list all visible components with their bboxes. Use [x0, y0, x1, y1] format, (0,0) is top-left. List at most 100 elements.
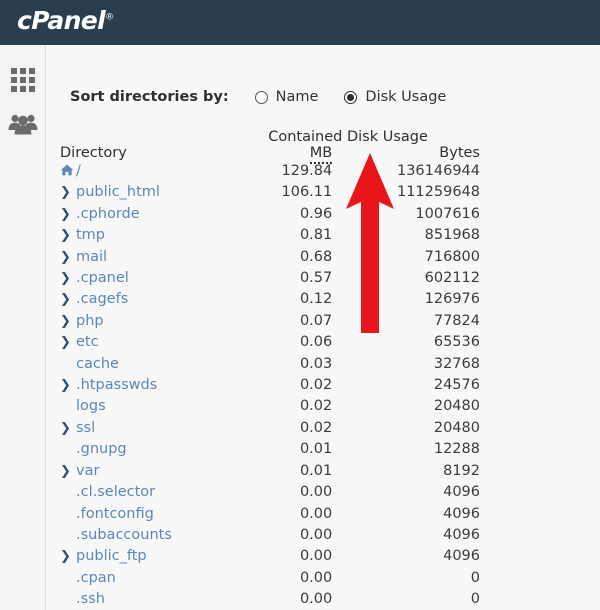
- directory-cell[interactable]: ❯ public_html: [60, 182, 216, 203]
- table-row[interactable]: / 129.84 136146944: [60, 161, 480, 182]
- directory-cell[interactable]: ❯ ssl: [60, 418, 216, 439]
- mb-cell: 0.00: [299, 505, 333, 522]
- directory-name[interactable]: .cphorde: [76, 206, 140, 222]
- directory-name[interactable]: .cpan: [76, 570, 116, 586]
- radio-disk-usage-icon[interactable]: [344, 90, 358, 104]
- chevron-right-icon[interactable]: ❯: [60, 461, 76, 482]
- table-row[interactable]: ❯ public_html 106.11 111259648: [60, 182, 480, 203]
- column-header-mb[interactable]: MB: [216, 145, 333, 164]
- table-row[interactable]: ❯ mail 0.68 716800: [60, 247, 480, 268]
- mb-cell: 0.81: [299, 227, 333, 244]
- chevron-right-icon[interactable]: ❯: [60, 225, 76, 246]
- table-row[interactable]: ❯ php 0.07 77824: [60, 311, 480, 332]
- directory-name[interactable]: .ssh: [76, 591, 105, 607]
- table-row[interactable]: ❯ public_ftp 0.00 4096: [60, 546, 480, 567]
- chevron-right-icon[interactable]: ❯: [60, 546, 76, 567]
- directory-cell[interactable]: ❯ mail: [60, 247, 216, 268]
- table-row[interactable]: logs 0.02 20480: [60, 396, 480, 417]
- chevron-right-icon[interactable]: ❯: [60, 375, 76, 396]
- table-row[interactable]: .subaccounts 0.00 4096: [60, 525, 480, 546]
- directory-name[interactable]: .htpasswds: [76, 377, 157, 393]
- directory-name[interactable]: .subaccounts: [76, 527, 172, 543]
- column-header-directory[interactable]: Directory: [60, 129, 216, 161]
- directory-cell[interactable]: ❯ .cpanel: [60, 268, 216, 289]
- column-header-bytes[interactable]: Bytes: [332, 145, 480, 161]
- bytes-cell: 4096: [443, 505, 480, 522]
- table-row[interactable]: cache 0.03 32768: [60, 354, 480, 375]
- sort-option-name[interactable]: Name: [254, 89, 318, 105]
- row-indent-spacer: [60, 354, 76, 375]
- directory-cell[interactable]: ❯ var: [60, 461, 216, 482]
- directory-cell[interactable]: ❯ tmp: [60, 225, 216, 246]
- directory-name[interactable]: /: [76, 163, 81, 179]
- chevron-right-icon[interactable]: ❯: [60, 247, 76, 268]
- table-row[interactable]: ❯ .cpanel 0.57 602112: [60, 268, 480, 289]
- chevron-right-icon[interactable]: ❯: [60, 289, 76, 310]
- table-row[interactable]: .cl.selector 0.00 4096: [60, 482, 480, 503]
- directory-cell[interactable]: ❯ .cphorde: [60, 204, 216, 225]
- directory-cell[interactable]: ❯ .htpasswds: [60, 375, 216, 396]
- directory-cell[interactable]: .cpan: [60, 568, 216, 589]
- table-row[interactable]: .fontconfig 0.00 4096: [60, 504, 480, 525]
- directory-cell[interactable]: cache: [60, 354, 216, 375]
- chevron-right-icon[interactable]: ❯: [60, 204, 76, 225]
- chevron-right-icon[interactable]: ❯: [60, 418, 76, 439]
- sort-option-disk-usage[interactable]: Disk Usage: [344, 89, 446, 105]
- table-row[interactable]: .cpan 0.00 0: [60, 568, 480, 589]
- directory-name[interactable]: public_ftp: [76, 548, 147, 564]
- directory-cell[interactable]: .cl.selector: [60, 482, 216, 503]
- table-row[interactable]: ❯ .cphorde 0.96 1007616: [60, 204, 480, 225]
- table-row[interactable]: ❯ ssl 0.02 20480: [60, 418, 480, 439]
- table-row[interactable]: .gnupg 0.01 12288: [60, 439, 480, 460]
- sidebar-rail: [0, 45, 46, 610]
- directory-name[interactable]: ssl: [76, 420, 95, 436]
- mb-cell: 0.00: [299, 526, 333, 543]
- table-row[interactable]: ❯ .htpasswds 0.02 24576: [60, 375, 480, 396]
- directory-name[interactable]: .fontconfig: [76, 506, 154, 522]
- chevron-right-icon[interactable]: ❯: [60, 332, 76, 353]
- directory-cell[interactable]: /: [60, 161, 216, 182]
- directory-name[interactable]: etc: [76, 334, 99, 350]
- directory-name[interactable]: .gnupg: [76, 441, 127, 457]
- table-row[interactable]: .ssh 0.00 0: [60, 589, 480, 610]
- directory-name[interactable]: var: [76, 463, 99, 479]
- directory-name[interactable]: .cl.selector: [76, 484, 155, 500]
- home-icon: [60, 162, 76, 183]
- cpanel-logo[interactable]: cPanel®: [17, 6, 114, 35]
- bytes-cell: 0: [470, 591, 480, 608]
- table-row[interactable]: ❯ tmp 0.81 851968: [60, 225, 480, 246]
- bytes-cell: 0: [470, 569, 480, 586]
- directory-cell[interactable]: .subaccounts: [60, 525, 216, 546]
- directory-name[interactable]: cache: [76, 356, 119, 372]
- directory-cell[interactable]: ❯ .cagefs: [60, 289, 216, 310]
- radio-name-icon[interactable]: [254, 90, 268, 104]
- chevron-right-icon[interactable]: ❯: [60, 311, 76, 332]
- directory-cell[interactable]: .ssh: [60, 589, 216, 610]
- mb-cell: 0.06: [299, 334, 333, 351]
- main-content: Sort directories by: Name Disk Usage Dir…: [46, 45, 600, 610]
- directory-name[interactable]: tmp: [76, 227, 105, 243]
- row-indent-spacer: [60, 482, 76, 503]
- sidebar-item-apps[interactable]: [0, 57, 45, 103]
- table-row[interactable]: ❯ var 0.01 8192: [60, 461, 480, 482]
- chevron-right-icon[interactable]: ❯: [60, 268, 76, 289]
- directory-name[interactable]: logs: [76, 398, 106, 414]
- row-indent-spacer: [60, 525, 76, 546]
- table-row[interactable]: ❯ .cagefs 0.12 126976: [60, 289, 480, 310]
- directory-cell[interactable]: ❯ public_ftp: [60, 546, 216, 567]
- directory-cell[interactable]: .gnupg: [60, 439, 216, 460]
- directory-name[interactable]: public_html: [76, 184, 160, 200]
- directory-name[interactable]: .cpanel: [76, 270, 129, 286]
- chevron-right-icon[interactable]: ❯: [60, 182, 76, 203]
- bytes-cell: 20480: [433, 419, 480, 436]
- directory-name[interactable]: .cagefs: [76, 291, 128, 307]
- directory-name[interactable]: mail: [76, 249, 107, 265]
- directory-cell[interactable]: .fontconfig: [60, 504, 216, 525]
- sidebar-item-users[interactable]: [0, 103, 45, 149]
- sort-option-disk-usage-label: Disk Usage: [365, 89, 447, 105]
- directory-cell[interactable]: logs: [60, 396, 216, 417]
- table-row[interactable]: ❯ etc 0.06 65536: [60, 332, 480, 353]
- directory-name[interactable]: php: [76, 313, 104, 329]
- directory-cell[interactable]: ❯ etc: [60, 332, 216, 353]
- directory-cell[interactable]: ❯ php: [60, 311, 216, 332]
